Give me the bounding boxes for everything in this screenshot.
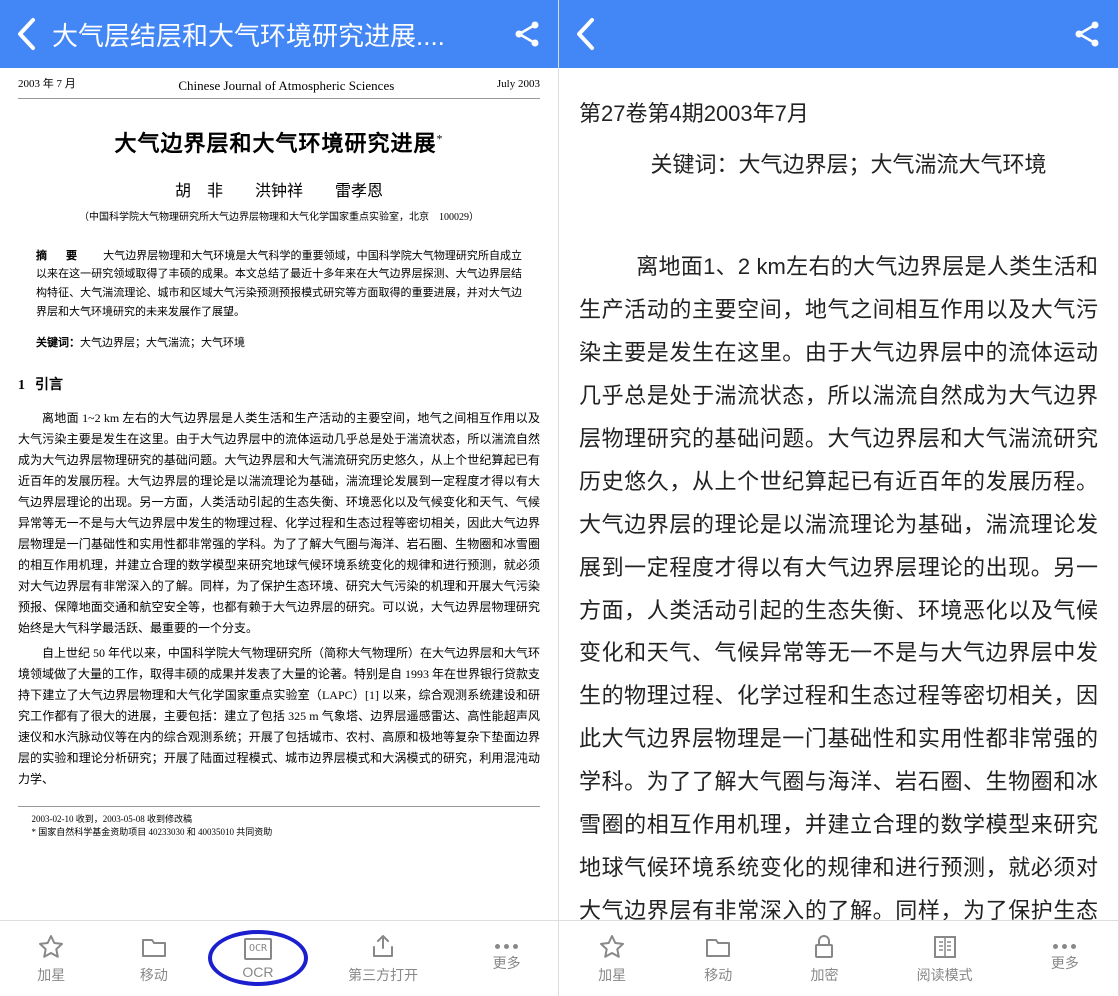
doc-meta-right: July 2003 <box>497 76 540 96</box>
nav-label: 第三方打开 <box>348 965 418 985</box>
document-viewer[interactable]: 2003 年 7 月 Chinese Journal of Atmospheri… <box>0 68 558 920</box>
open-with-button[interactable]: 第三方打开 <box>348 933 418 985</box>
document-page: 2003 年 7 月 Chinese Journal of Atmospheri… <box>0 68 558 850</box>
nav-label: 加星 <box>37 965 65 985</box>
text-viewer[interactable]: 第27卷第4期2003年7月 关键词：大气边界层；大气湍流大气环境 离地面1、2… <box>559 68 1118 920</box>
doc-authors: 胡 非 洪钟祥 雷孝恩 <box>18 180 540 204</box>
move-button[interactable]: 移动 <box>140 933 168 985</box>
right-panel: 第27卷第4期2003年7月 关键词：大气边界层；大气湍流大气环境 离地面1、2… <box>559 0 1119 996</box>
doc-abstract: 摘 要 大气边界层物理和大气环境是大气科学的重要领域，中国科学院大气物理研究所自… <box>36 247 522 322</box>
doc-keywords: 关键词：大气边界层；大气湍流；大气环境 <box>36 335 522 352</box>
ocr-button[interactable]: OCR OCR <box>242 938 273 980</box>
doc-keywords-label: 关键词： <box>36 337 80 349</box>
lock-icon <box>810 933 838 961</box>
text-meta: 第27卷第4期2003年7月 <box>579 96 1098 131</box>
back-icon[interactable] <box>16 17 36 51</box>
left-bottom-nav: 加星 移动 OCR OCR 第三方打开 更多 <box>0 920 558 996</box>
doc-title: 大气边界层和大气环境研究进展* <box>18 127 540 160</box>
share-icon[interactable] <box>512 19 542 49</box>
encrypt-button[interactable]: 加密 <box>810 933 838 985</box>
nav-label: OCR <box>242 964 273 980</box>
left-panel: 大气层结层和大气环境研究进展.... 2003 年 7 月 Chinese Jo… <box>0 0 559 996</box>
right-header <box>559 0 1118 68</box>
nav-label: 加星 <box>598 965 626 985</box>
text-keywords: 关键词：大气边界层；大气湍流大气环境 <box>579 147 1098 182</box>
star-button[interactable]: 加星 <box>37 933 65 985</box>
folder-icon <box>140 933 168 961</box>
text-paragraph: 离地面1、2 km左右的大气边界层是人类生活和生产活动的主要空间，地气之间相互作… <box>579 246 1098 920</box>
doc-section-heading: 1引言 <box>18 374 540 396</box>
left-header: 大气层结层和大气环境研究进展.... <box>0 0 558 68</box>
back-icon[interactable] <box>575 17 595 51</box>
more-button[interactable]: 更多 <box>1051 944 1079 973</box>
nav-label: 更多 <box>493 953 521 973</box>
star-icon <box>598 933 626 961</box>
nav-label: 阅读模式 <box>917 965 973 985</box>
nav-label: 移动 <box>140 965 168 985</box>
nav-label: 加密 <box>810 965 838 985</box>
read-mode-button[interactable]: 阅读模式 <box>917 933 973 985</box>
move-button[interactable]: 移动 <box>704 933 732 985</box>
doc-body-para: 离地面 1~2 km 左右的大气边界层是人类生活和生产活动的主要空间，地气之间相… <box>18 408 540 639</box>
left-header-title: 大气层结层和大气环境研究进展.... <box>52 16 496 53</box>
more-button[interactable]: 更多 <box>493 944 521 973</box>
more-dots-icon <box>495 944 518 949</box>
nav-label: 移动 <box>704 965 732 985</box>
ocr-icon: OCR <box>244 938 272 960</box>
doc-meta-left: 2003 年 7 月 <box>18 76 76 96</box>
read-mode-icon <box>931 933 959 961</box>
doc-footer-line: * 国家自然科学基金资助项目 40233030 和 40035010 共同资助 <box>18 826 540 840</box>
doc-meta-row: 2003 年 7 月 Chinese Journal of Atmospheri… <box>18 76 540 99</box>
folder-icon <box>704 933 732 961</box>
doc-body-para: 自上世纪 50 年代以来，中国科学院大气物理研究所（简称大气物理所）在大气边界层… <box>18 643 540 790</box>
open-external-icon <box>369 933 397 961</box>
star-icon <box>37 933 65 961</box>
doc-abstract-label: 摘 要 <box>36 250 81 262</box>
share-icon[interactable] <box>1072 19 1102 49</box>
text-content: 第27卷第4期2003年7月 关键词：大气边界层；大气湍流大气环境 离地面1、2… <box>559 68 1118 920</box>
doc-footer-line: 2003-02-10 收到，2003-05-08 收到修改稿 <box>18 813 540 827</box>
doc-affiliation: （中国科学院大气物理研究所大气边界层物理和大气化学国家重点实验室，北京 1000… <box>18 210 540 225</box>
doc-meta-center: Chinese Journal of Atmospheric Sciences <box>76 76 497 96</box>
doc-footer: 2003-02-10 收到，2003-05-08 收到修改稿 * 国家自然科学基… <box>18 806 540 840</box>
star-button[interactable]: 加星 <box>598 933 626 985</box>
nav-label: 更多 <box>1051 953 1079 973</box>
more-dots-icon <box>1053 944 1076 949</box>
right-bottom-nav: 加星 移动 加密 阅读模式 更多 <box>559 920 1118 996</box>
